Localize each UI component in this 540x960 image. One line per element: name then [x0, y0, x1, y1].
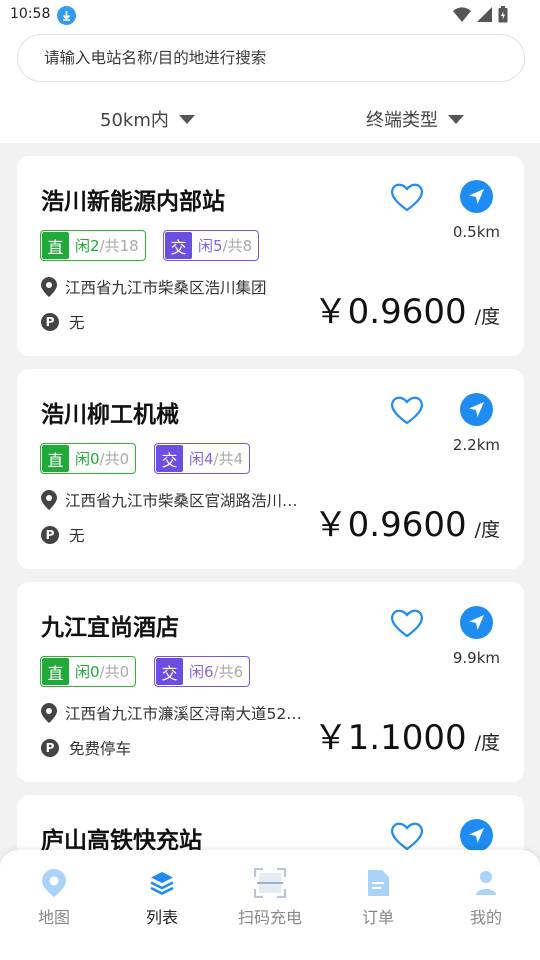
station-distance: 2.2km	[452, 436, 500, 454]
ac-total-count: 共4	[218, 450, 244, 468]
battery-icon	[498, 6, 508, 23]
tab-label: 扫码充电	[237, 908, 302, 927]
station-parking: P 无	[41, 311, 85, 333]
dc-total-count: 共0	[104, 663, 130, 681]
tab-profile[interactable]: 我的	[441, 868, 531, 928]
tab-label: 列表	[145, 908, 178, 927]
dc-label: 直	[42, 232, 69, 259]
bottom-tab-bar: 地图 列表 扫码充电 订单 我的	[0, 850, 540, 960]
station-price: ￥0.9600 /度	[313, 505, 500, 545]
station-address: 江西省九江市柴桑区浩川集团	[41, 276, 331, 298]
station-name: 浩川柳工机械	[41, 402, 179, 428]
status-bar: 10:58	[0, 0, 540, 30]
tab-label: 地图	[37, 908, 70, 927]
user-icon	[476, 871, 496, 895]
heart-icon[interactable]	[390, 394, 424, 426]
terminal-type-filter-label: 终端类型	[366, 110, 438, 131]
ac-idle-count: 闲5	[198, 237, 223, 255]
ac-idle-count: 闲4	[189, 450, 214, 468]
tab-label: 我的	[469, 908, 502, 927]
tab-map[interactable]: 地图	[9, 868, 99, 928]
document-icon	[368, 870, 389, 896]
dc-charger-tag: 直 闲0/共0	[40, 443, 137, 474]
scan-icon	[254, 868, 286, 898]
ac-total-count: 共8	[227, 237, 253, 255]
dc-idle-count: 闲2	[75, 237, 100, 255]
dc-idle-count: 闲0	[75, 450, 100, 468]
heart-icon[interactable]	[390, 820, 424, 852]
station-parking: P 免费停车	[41, 737, 131, 759]
station-parking: P 无	[41, 524, 85, 546]
station-price: ￥1.1000 /度	[313, 718, 500, 758]
navigate-button[interactable]	[460, 819, 493, 852]
parking-icon: P	[41, 526, 59, 544]
dc-charger-tag: 直 闲0/共0	[40, 656, 137, 687]
location-pin-icon	[41, 277, 57, 297]
triangle-down-icon	[448, 114, 464, 124]
heart-icon[interactable]	[390, 607, 424, 639]
station-card[interactable]: 浩川柳工机械 2.2km 直 闲0/共0 交 闲4/共4 江西省九江市柴桑区官湖…	[17, 369, 524, 569]
dc-total-count: 共18	[104, 237, 139, 255]
distance-filter-label: 50km内	[100, 110, 169, 131]
ac-label: 交	[156, 445, 183, 472]
ac-charger-tag: 交 闲4/共4	[154, 443, 251, 474]
ac-label: 交	[156, 658, 183, 685]
dc-label: 直	[42, 445, 69, 472]
dc-label: 直	[42, 658, 69, 685]
status-time: 10:58	[10, 6, 51, 22]
tab-scan-charge[interactable]: 扫码充电	[225, 868, 315, 928]
station-distance: 9.9km	[452, 649, 500, 667]
navigate-button[interactable]	[460, 606, 493, 639]
navigate-button[interactable]	[460, 180, 493, 213]
station-address: 江西省九江市濂溪区浔南大道52…	[41, 702, 331, 724]
ac-charger-tag: 交 闲5/共8	[163, 230, 260, 261]
ac-label: 交	[165, 232, 192, 259]
parking-icon: P	[41, 313, 59, 331]
navigation-arrow-icon	[469, 828, 484, 843]
header: 50km内 终端类型	[0, 30, 540, 143]
signal-icon	[477, 7, 492, 22]
tab-label: 订单	[361, 908, 394, 927]
dc-total-count: 共0	[104, 450, 130, 468]
wifi-icon	[453, 7, 471, 22]
station-address: 江西省九江市柴桑区官湖路浩川…	[41, 489, 331, 511]
navigation-arrow-icon	[469, 189, 484, 204]
parking-icon: P	[41, 739, 59, 757]
station-name: 九江宜尚酒店	[41, 615, 179, 641]
station-distance: 0.5km	[452, 223, 500, 241]
ac-idle-count: 闲6	[189, 663, 214, 681]
terminal-type-filter[interactable]: 终端类型	[366, 106, 464, 132]
map-pin-icon	[42, 869, 66, 897]
station-card[interactable]: 九江宜尚酒店 9.9km 直 闲0/共0 交 闲6/共6 江西省九江市濂溪区浔南…	[17, 582, 524, 782]
dc-idle-count: 闲0	[75, 663, 100, 681]
dc-charger-tag: 直 闲2/共18	[40, 230, 146, 261]
station-price: ￥0.9600 /度	[313, 292, 500, 332]
search-input[interactable]	[18, 35, 524, 81]
ac-total-count: 共6	[218, 663, 244, 681]
navigation-arrow-icon	[469, 402, 484, 417]
navigation-arrow-icon	[469, 615, 484, 630]
tab-list[interactable]: 列表	[117, 868, 207, 928]
navigate-button[interactable]	[460, 393, 493, 426]
search-box[interactable]	[17, 34, 525, 82]
tab-orders[interactable]: 订单	[333, 868, 423, 928]
distance-filter[interactable]: 50km内	[100, 106, 195, 132]
station-card[interactable]: 浩川新能源内部站 0.5km 直 闲2/共18 交 闲5/共8 江西省九江市柴桑…	[17, 156, 524, 356]
location-pin-icon	[41, 703, 57, 723]
ac-charger-tag: 交 闲6/共6	[154, 656, 251, 687]
triangle-down-icon	[178, 114, 195, 124]
download-icon	[57, 6, 76, 25]
station-name: 浩川新能源内部站	[41, 189, 225, 215]
layers-icon	[150, 872, 174, 895]
location-pin-icon	[41, 490, 57, 510]
heart-icon[interactable]	[390, 181, 424, 213]
